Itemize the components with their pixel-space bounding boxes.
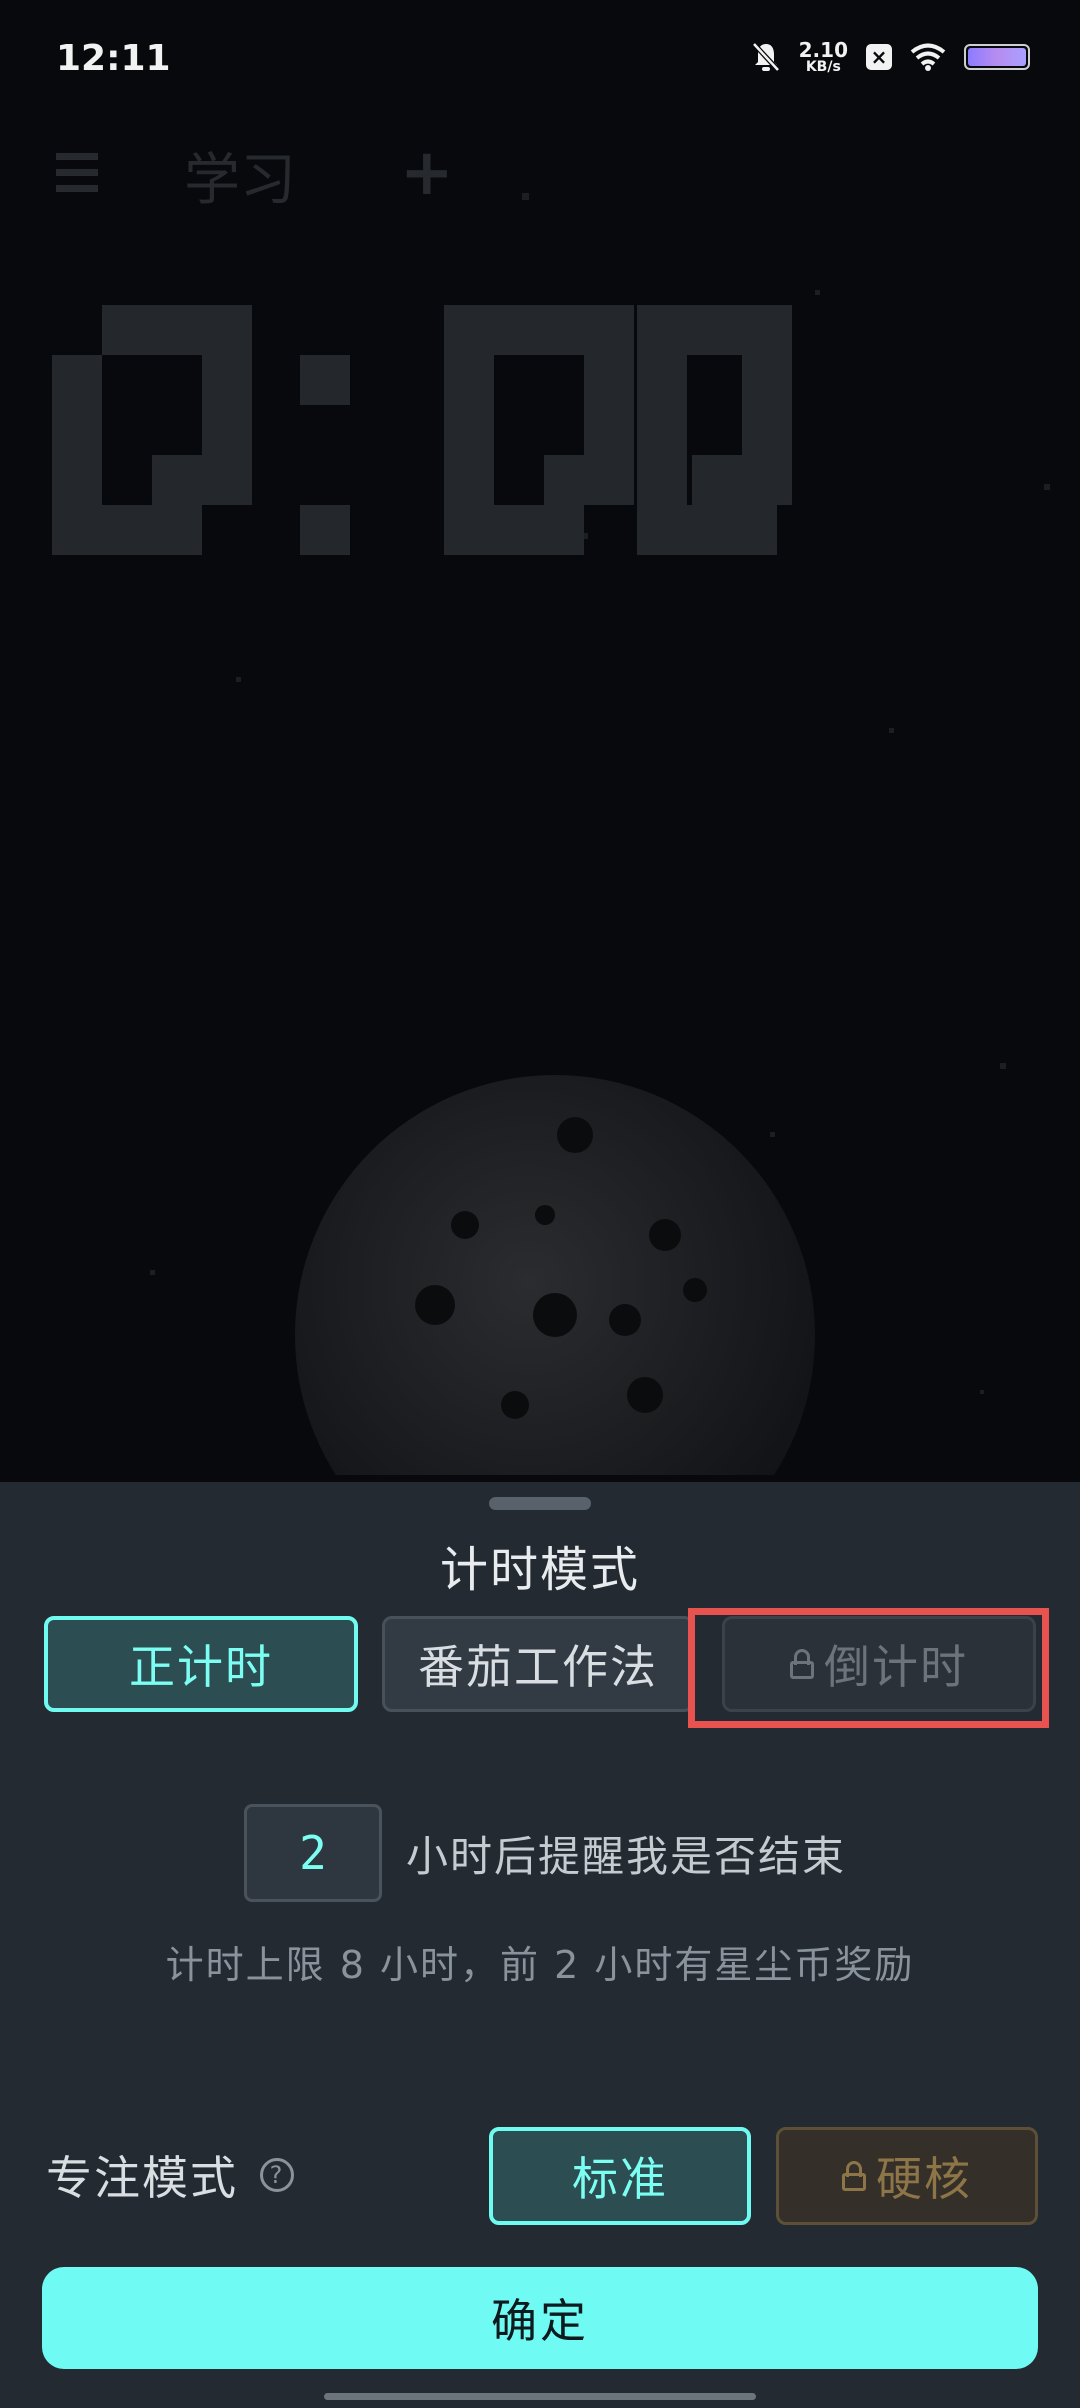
wifi-icon [910,43,946,71]
mode-count-up-label: 正计时 [129,1640,273,1694]
confirm-label: 确定 [491,2294,589,2348]
highlight-annotation [688,1608,1049,1728]
sheet-title: 计时模式 [439,1542,640,1598]
confirm-button[interactable]: 确定 [42,2267,1038,2369]
timer-display [52,305,792,555]
focus-mode-label: 专注模式 [46,2151,238,2205]
status-bar: 12:11 2.10 KB/s × [0,0,1080,125]
limit-note: 计时上限 8 小时，前 2 小时有星尘币奖励 [165,1943,915,1987]
top-nav: 学习 + [0,125,1080,215]
net-speed-unit: KB/s [805,59,841,75]
x-app-icon: × [866,44,892,70]
focus-standard-button[interactable]: 标准 [489,2127,751,2225]
home-indicator[interactable] [324,2393,756,2400]
focus-mode-label-row: 专注模式 ? [46,2142,294,2208]
battery-fill [968,48,1026,66]
mode-pomodoro-button[interactable]: 番茄工作法 [382,1616,694,1712]
status-icons: 2.10 KB/s × [751,40,1030,74]
menu-icon[interactable] [56,153,98,201]
focus-hardcore-button[interactable]: 硬核 [776,2127,1038,2225]
reminder-text: 小时后提醒我是否结束 [406,1831,847,1881]
network-speed: 2.10 KB/s [799,40,848,74]
reminder-hours-input[interactable]: 2 [244,1804,382,1902]
tag-name[interactable]: 学习 [184,135,296,216]
question-circle-icon[interactable]: ? [260,2158,294,2192]
mode-pomodoro-label: 番茄工作法 [418,1640,658,1694]
focus-standard-label: 标准 [572,2152,668,2206]
timer-mode-sheet: 计时模式 正计时 番茄工作法 倒计时 2 小时后提醒我是否结束 计时上限 8 小… [0,1482,1080,2408]
battery-icon [964,44,1030,70]
plus-icon[interactable]: + [400,141,454,205]
reminder-row: 2 小时后提醒我是否结束 [244,1804,846,1902]
status-time: 12:11 [56,38,171,79]
sheet-drag-handle[interactable] [489,1497,591,1510]
bell-off-icon [751,42,780,72]
moon-illustration [295,1075,815,1475]
focus-hardcore-label: 硬核 [876,2152,972,2206]
net-speed-value: 2.10 [798,38,848,62]
mode-count-up-button[interactable]: 正计时 [44,1616,358,1712]
lock-icon [842,2161,866,2191]
